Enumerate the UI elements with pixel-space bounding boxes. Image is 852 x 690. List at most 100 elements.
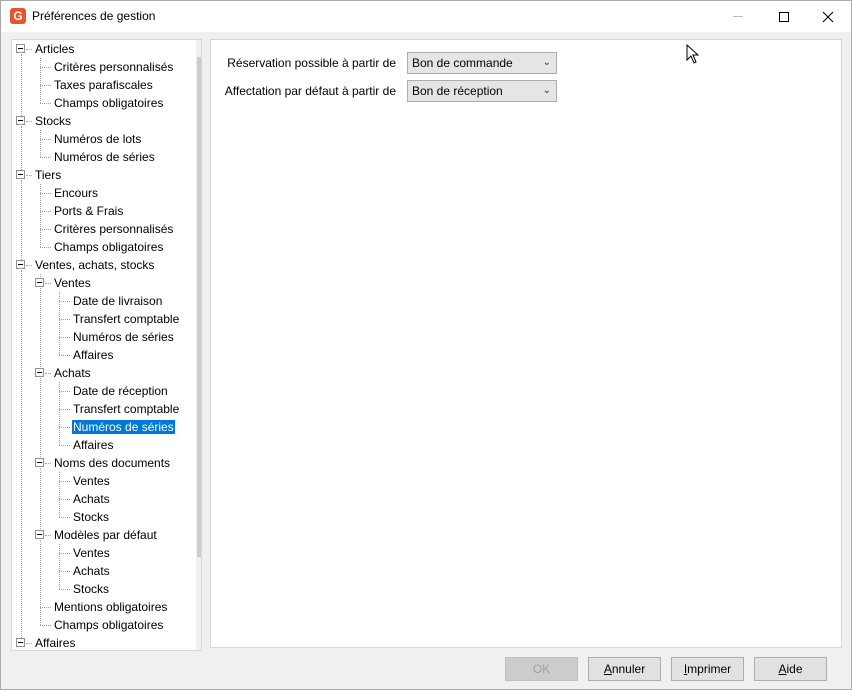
tree-item-label: Transfert comptable	[73, 312, 180, 326]
tree-item-label: Achats	[73, 564, 110, 578]
tree-connector	[21, 54, 22, 116]
imprimer-label: mprimer	[687, 662, 732, 676]
tree-item[interactable]: Numéros de séries	[72, 328, 175, 346]
collapse-icon[interactable]	[35, 530, 44, 539]
tree-item[interactable]: Date de réception	[72, 382, 169, 400]
reservation-select-value: Bon de commande	[412, 56, 513, 70]
tree-item[interactable]: Stocks	[72, 508, 110, 526]
tree-item[interactable]: Ventes	[53, 274, 92, 292]
tree-item[interactable]: Critères personnalisés	[53, 220, 174, 238]
tree-item[interactable]: Champs obligatoires	[53, 94, 164, 112]
tree-scrollbar[interactable]: ▲ ▼	[196, 40, 201, 650]
tree-item[interactable]: Critères personnalisés	[53, 58, 174, 76]
tree-item[interactable]: Numéros de séries	[72, 418, 175, 436]
tree-connector	[40, 229, 51, 230]
tree-connector	[59, 481, 70, 482]
tree-item-label: Numéros de séries	[72, 420, 175, 434]
tree-connector	[59, 553, 70, 554]
tree-item[interactable]: Numéros de lots	[53, 130, 142, 148]
tree-item[interactable]: Champs obligatoires	[53, 238, 164, 256]
mouse-cursor-icon	[686, 44, 700, 64]
scroll-down-icon[interactable]: ▼	[196, 633, 201, 650]
tree-item[interactable]: Numéros de séries	[53, 148, 156, 166]
tree-item[interactable]: Taxes parafiscales	[53, 76, 154, 94]
tree-item[interactable]: Affaires	[34, 634, 76, 650]
affectation-select[interactable]: Bon de réception ⌄	[407, 80, 557, 102]
window-title: Préférences de gestion	[32, 9, 156, 23]
maximize-icon	[779, 11, 789, 22]
tree-item[interactable]: Modèles par défaut	[53, 526, 158, 544]
reservation-select[interactable]: Bon de commande ⌄	[407, 52, 557, 74]
collapse-icon[interactable]	[35, 458, 44, 467]
maximize-button[interactable]	[761, 1, 807, 32]
tree-connector	[59, 499, 70, 500]
scroll-up-icon[interactable]: ▲	[196, 40, 201, 57]
tree-item[interactable]: Stocks	[72, 580, 110, 598]
tree-connector	[59, 319, 70, 320]
ok-button[interactable]: OK	[505, 657, 578, 681]
aide-button[interactable]: Aide	[754, 657, 827, 681]
tree-item[interactable]: Achats	[72, 490, 111, 508]
tree-item[interactable]: Affaires	[72, 346, 114, 364]
imprimer-button[interactable]: Imprimer	[671, 657, 744, 681]
tree-item-label: Taxes parafiscales	[54, 78, 153, 92]
tree-connector	[26, 121, 32, 122]
collapse-icon[interactable]	[35, 368, 44, 377]
tree-connector	[21, 180, 22, 260]
tree-item-label: Stocks	[35, 114, 72, 128]
tree-connector	[26, 49, 32, 50]
tree-item[interactable]: Stocks	[34, 112, 72, 130]
close-button[interactable]	[805, 1, 851, 32]
tree-item-label: Ventes	[73, 546, 110, 560]
tree-item[interactable]: Articles	[34, 40, 75, 58]
minimize-button[interactable]	[715, 1, 761, 32]
tree-item-label: Champs obligatoires	[54, 240, 164, 254]
tree-item[interactable]: Transfert comptable	[72, 400, 180, 418]
tree-item[interactable]: Noms des documents	[53, 454, 171, 472]
tree-item[interactable]: Champs obligatoires	[53, 616, 164, 634]
tree-item-label: Transfert comptable	[73, 402, 180, 416]
tree-item-label: Stocks	[73, 582, 110, 596]
tree-connector	[40, 85, 51, 86]
tree-connector	[59, 355, 70, 356]
chevron-down-icon: ⌄	[542, 85, 551, 96]
collapse-icon[interactable]	[16, 638, 25, 647]
tree-item-label: Date de livraison	[73, 294, 163, 308]
tree-item[interactable]: Ventes, achats, stocks	[34, 256, 155, 274]
tree-connector	[59, 301, 70, 302]
collapse-icon[interactable]	[16, 170, 25, 179]
tree-item-label: Mentions obligatoires	[54, 600, 168, 614]
tree-item-label: Stocks	[73, 510, 110, 524]
tree-connector	[59, 427, 70, 428]
tree-item-label: Affaires	[35, 636, 76, 650]
tree-connector	[26, 175, 32, 176]
tree-item[interactable]: Ventes	[72, 472, 111, 490]
tree-connector	[59, 409, 70, 410]
tree-connector	[40, 58, 41, 103]
tree-item[interactable]: Date de livraison	[72, 292, 163, 310]
preferences-tree[interactable]: Articles Critères personnalisés Taxes para…	[11, 39, 202, 651]
tree-item[interactable]: Mentions obligatoires	[53, 598, 168, 616]
tree-item[interactable]: Tiers	[34, 166, 62, 184]
tree-item[interactable]: Ports & Frais	[53, 202, 124, 220]
annuler-mnemonic: A	[603, 662, 612, 676]
tree-item-label: Ventes, achats, stocks	[35, 258, 155, 272]
collapse-icon[interactable]	[16, 260, 25, 269]
tree-item-label: Encours	[54, 186, 99, 200]
annuler-button[interactable]: Annuler	[588, 657, 661, 681]
chevron-down-icon: ⌄	[542, 57, 551, 68]
tree-item[interactable]: Achats	[53, 364, 92, 382]
minimize-icon	[733, 16, 743, 17]
scrollbar-thumb[interactable]	[197, 57, 201, 557]
tree-item[interactable]: Ventes	[72, 544, 111, 562]
tree-item[interactable]: Achats	[72, 562, 111, 580]
collapse-icon[interactable]	[16, 44, 25, 53]
tree-item[interactable]: Affaires	[72, 436, 114, 454]
tree-connector	[59, 517, 70, 518]
affectation-label: Affectation par défaut à partir de	[224, 84, 396, 98]
tree-item[interactable]: Transfert comptable	[72, 310, 180, 328]
collapse-icon[interactable]	[35, 278, 44, 287]
tree-item-label: Critères personnalisés	[54, 222, 174, 236]
tree-item[interactable]: Encours	[53, 184, 99, 202]
collapse-icon[interactable]	[16, 116, 25, 125]
